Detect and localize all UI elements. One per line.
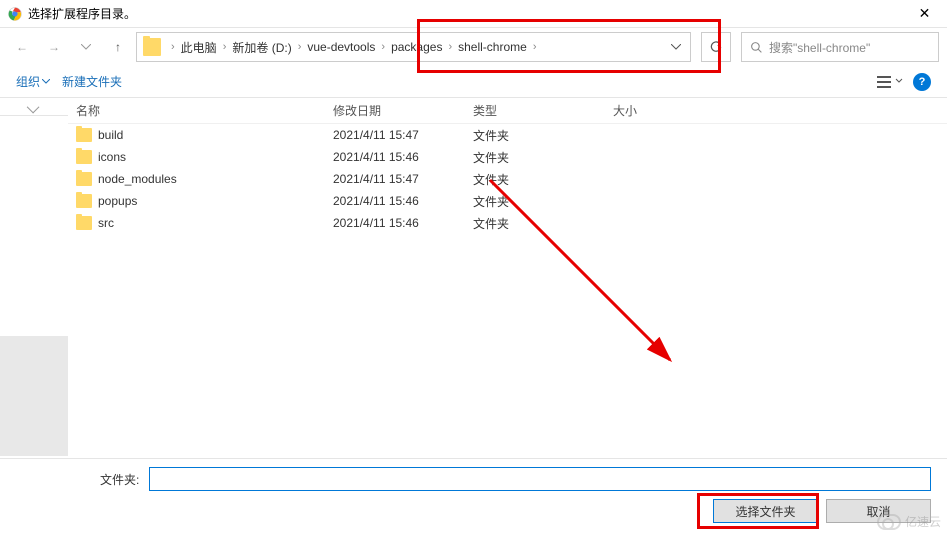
- breadcrumb-item[interactable]: 此电脑: [181, 39, 217, 56]
- sidebar-collapse[interactable]: [0, 102, 68, 116]
- up-button[interactable]: ↑: [104, 33, 132, 61]
- search-input[interactable]: 搜索"shell-chrome": [741, 32, 939, 62]
- cancel-button[interactable]: 取消: [826, 499, 931, 523]
- chevron-right-icon: ›: [442, 41, 458, 53]
- chevron-right-icon: ›: [292, 41, 308, 53]
- col-header-size[interactable]: 大小: [613, 102, 693, 119]
- breadcrumb-item[interactable]: vue-devtools: [307, 40, 375, 54]
- file-type: 文件夹: [473, 127, 613, 144]
- titlebar-left: 选择扩展程序目录。: [8, 5, 136, 22]
- refresh-button[interactable]: [701, 32, 731, 62]
- file-modified: 2021/4/11 15:46: [333, 150, 473, 164]
- breadcrumb-item[interactable]: packages: [391, 40, 442, 54]
- col-header-name[interactable]: 名称: [68, 102, 333, 119]
- navbar: ← → ↑ › 此电脑 › 新加卷 (D:) › vue-devtools › …: [0, 28, 947, 66]
- file-type: 文件夹: [473, 215, 613, 232]
- folder-icon: [76, 194, 92, 208]
- select-folder-button[interactable]: 选择文件夹: [713, 499, 818, 523]
- folder-row[interactable]: icons 2021/4/11 15:46文件夹: [68, 146, 947, 168]
- chevron-right-icon: ›: [375, 41, 391, 53]
- column-headers[interactable]: 名称 修改日期 类型 大小: [68, 98, 947, 124]
- folder-icon: [76, 128, 92, 142]
- folder-row[interactable]: build 2021/4/11 15:47文件夹: [68, 124, 947, 146]
- chevron-right-icon: ›: [217, 41, 233, 53]
- file-name: node_modules: [98, 172, 177, 186]
- file-type: 文件夹: [473, 149, 613, 166]
- file-name: icons: [98, 150, 126, 164]
- file-type: 文件夹: [473, 193, 613, 210]
- folder-label: 文件夹:: [100, 471, 139, 488]
- breadcrumb[interactable]: › 此电脑 › 新加卷 (D:) › vue-devtools › packag…: [136, 32, 691, 62]
- main-area: 名称 修改日期 类型 大小 build2021/4/11 15:47文件夹ico…: [0, 98, 947, 456]
- file-type: 文件夹: [473, 171, 613, 188]
- close-button[interactable]: ✕: [902, 0, 947, 28]
- organize-menu[interactable]: 组织: [16, 73, 50, 90]
- file-list: 名称 修改日期 类型 大小 build2021/4/11 15:47文件夹ico…: [68, 98, 947, 456]
- toolbar: 组织 新建文件夹 ?: [0, 66, 947, 98]
- folder-icon: [76, 216, 92, 230]
- titlebar-title: 选择扩展程序目录。: [28, 5, 136, 22]
- new-folder-button[interactable]: 新建文件夹: [62, 73, 122, 90]
- chevron-right-icon: ›: [165, 41, 181, 53]
- folder-input[interactable]: [149, 467, 931, 491]
- folder-icon: [76, 150, 92, 164]
- breadcrumb-item[interactable]: 新加卷 (D:): [232, 39, 291, 56]
- chrome-icon: [8, 7, 22, 21]
- sidebar[interactable]: [0, 98, 68, 456]
- folder-row[interactable]: node_modules 2021/4/11 15:47文件夹: [68, 168, 947, 190]
- file-modified: 2021/4/11 15:46: [333, 216, 473, 230]
- breadcrumb-dropdown[interactable]: [662, 33, 690, 61]
- file-name: build: [98, 128, 123, 142]
- file-modified: 2021/4/11 15:47: [333, 172, 473, 186]
- folder-row[interactable]: src 2021/4/11 15:46文件夹: [68, 212, 947, 234]
- col-header-modified[interactable]: 修改日期: [333, 102, 473, 119]
- recent-dropdown[interactable]: [72, 33, 100, 61]
- col-header-type[interactable]: 类型: [473, 102, 613, 119]
- folder-icon: [76, 172, 92, 186]
- chevron-right-icon: ›: [527, 41, 543, 53]
- folder-row[interactable]: popups 2021/4/11 15:46文件夹: [68, 190, 947, 212]
- view-options-button[interactable]: [877, 75, 903, 89]
- breadcrumb-item[interactable]: shell-chrome: [458, 40, 527, 54]
- back-button[interactable]: ←: [8, 33, 36, 61]
- search-placeholder: 搜索"shell-chrome": [769, 39, 870, 56]
- titlebar: 选择扩展程序目录。 ✕: [0, 0, 947, 28]
- forward-button[interactable]: →: [40, 33, 68, 61]
- file-name: src: [98, 216, 114, 230]
- help-button[interactable]: ?: [913, 73, 931, 91]
- file-modified: 2021/4/11 15:47: [333, 128, 473, 142]
- sidebar-scrollbar[interactable]: [0, 336, 68, 456]
- file-modified: 2021/4/11 15:46: [333, 194, 473, 208]
- folder-icon: [143, 38, 161, 56]
- file-name: popups: [98, 194, 137, 208]
- dialog-footer: 文件夹: 选择文件夹 取消: [0, 458, 947, 536]
- search-icon: [750, 41, 763, 54]
